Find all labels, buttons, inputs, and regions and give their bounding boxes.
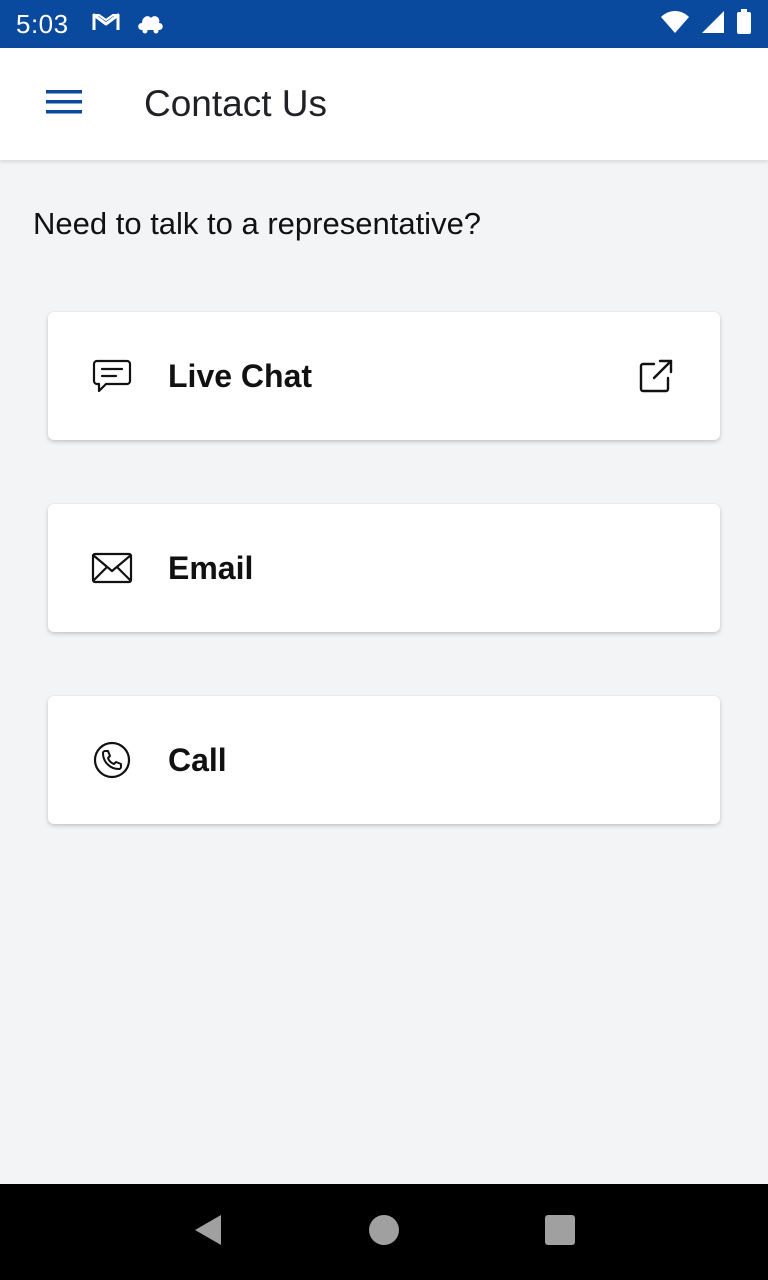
home-icon: [368, 1214, 400, 1251]
call-label: Call: [168, 741, 227, 778]
back-button[interactable]: [178, 1202, 238, 1262]
signal-icon: [700, 10, 726, 39]
recents-icon: [545, 1214, 575, 1250]
page-title: Contact Us: [144, 83, 328, 124]
mail-icon: [90, 546, 134, 590]
status-bar: 5:03: [0, 0, 768, 48]
wifi-icon: [660, 10, 690, 39]
hamburger-menu-icon: [46, 89, 82, 120]
chat-icon: [90, 354, 134, 398]
system-nav-bar: [0, 1184, 768, 1280]
cloud-icon: [135, 10, 165, 39]
home-button[interactable]: [354, 1202, 414, 1262]
status-time: 5:03: [16, 8, 69, 39]
screen: 5:03 Contact Us Need to talk to a repres…: [0, 0, 768, 1280]
battery-icon: [736, 8, 752, 40]
live-chat-button[interactable]: Live Chat: [48, 312, 720, 440]
gmail-icon: [91, 10, 121, 39]
status-notification-icons: [91, 10, 165, 39]
recents-button[interactable]: [530, 1202, 590, 1262]
app-bar: Contact Us: [0, 48, 768, 160]
external-link-icon: [636, 356, 676, 396]
menu-button[interactable]: [32, 72, 96, 136]
live-chat-label: Live Chat: [168, 357, 313, 394]
call-button[interactable]: Call: [48, 696, 720, 824]
question-heading: Need to talk to a representative?: [33, 206, 482, 241]
back-icon: [192, 1213, 224, 1252]
email-label: Email: [168, 549, 254, 586]
email-button[interactable]: Email: [48, 504, 720, 632]
phone-icon: [90, 738, 134, 782]
status-system-icons: [660, 8, 752, 40]
